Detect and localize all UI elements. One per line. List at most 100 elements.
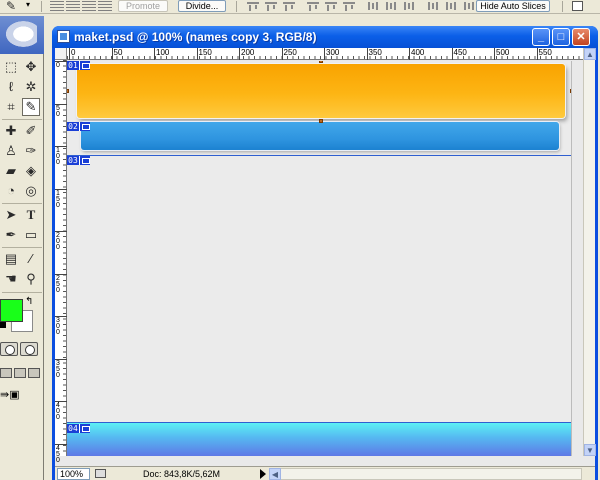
path-select-icon[interactable]: ➤ bbox=[2, 206, 20, 224]
horizontal-scrollbar[interactable] bbox=[269, 468, 582, 480]
slice-label-02[interactable]: 02 bbox=[67, 122, 90, 131]
standard-screen-mode-icon[interactable] bbox=[0, 368, 12, 378]
quick-mask-mode-icon[interactable] bbox=[20, 342, 38, 356]
distribute-right-icon[interactable] bbox=[462, 1, 476, 11]
close-button[interactable]: ✕ bbox=[572, 28, 590, 46]
minimize-button[interactable]: _ bbox=[532, 28, 550, 46]
distribute-left-icon[interactable] bbox=[426, 1, 440, 11]
swap-colors-icon[interactable]: ↰ bbox=[25, 297, 33, 307]
clone-stamp-icon[interactable]: ♙ bbox=[2, 142, 20, 160]
pen-icon[interactable]: ✒ bbox=[2, 226, 20, 244]
ruler-label: 400 bbox=[56, 402, 60, 421]
slice-handle[interactable] bbox=[67, 89, 69, 93]
separator bbox=[236, 1, 237, 12]
divider bbox=[2, 247, 42, 248]
slice-number: 03 bbox=[67, 156, 79, 165]
eyedropper-icon[interactable]: ⁄ bbox=[22, 250, 40, 268]
foreground-color-swatch[interactable] bbox=[0, 299, 23, 322]
auto-slice-icon bbox=[79, 156, 90, 165]
image-slice-icon bbox=[79, 61, 90, 70]
align-left-icon[interactable] bbox=[306, 1, 320, 11]
ruler-label: 0 bbox=[71, 48, 76, 57]
bring-forward-icon[interactable] bbox=[66, 1, 80, 11]
ruler-label: 300 bbox=[326, 48, 340, 57]
hide-auto-slices-button[interactable]: Hide Auto Slices bbox=[476, 0, 550, 12]
distribute-top-icon[interactable] bbox=[366, 1, 380, 11]
cyan-footer-bar bbox=[67, 423, 571, 456]
document-title: maket.psd @ 100% (names copy 3, RGB/8) bbox=[74, 30, 317, 44]
blur-icon[interactable]: ◔ bbox=[2, 182, 20, 200]
divider bbox=[2, 292, 42, 293]
ruler-label: 200 bbox=[56, 232, 60, 251]
ruler-label: 100 bbox=[156, 48, 170, 57]
align-top-icon[interactable] bbox=[246, 1, 260, 11]
send-backward-icon[interactable] bbox=[82, 1, 96, 11]
toolbox-header bbox=[0, 16, 44, 54]
vertical-ruler[interactable]: 0 50 100 150 200 250 300 350 400 450 bbox=[55, 60, 67, 464]
healing-brush-icon[interactable]: ✚ bbox=[2, 122, 20, 140]
type-icon[interactable]: T bbox=[22, 206, 40, 224]
full-screen-mode-icon[interactable] bbox=[28, 368, 40, 378]
canvas[interactable]: 01 02 03 04 bbox=[67, 61, 572, 456]
slice-handle[interactable] bbox=[570, 89, 571, 93]
slice-label-01[interactable]: 01 bbox=[67, 61, 90, 70]
standard-mode-icon[interactable] bbox=[0, 342, 18, 356]
divide-button[interactable]: Divide... bbox=[178, 0, 226, 12]
scroll-down-arrow-icon[interactable]: ▼ bbox=[584, 444, 596, 456]
default-colors-icon[interactable] bbox=[0, 322, 6, 328]
vertical-scrollbar[interactable]: ▲ ▼ bbox=[583, 48, 596, 456]
scroll-up-arrow-icon[interactable]: ▲ bbox=[584, 48, 596, 60]
document-title-bar[interactable]: maket.psd @ 100% (names copy 3, RGB/8) _… bbox=[52, 26, 598, 48]
slice-label-03[interactable]: 03 bbox=[67, 156, 90, 165]
bring-to-front-icon[interactable] bbox=[50, 1, 64, 11]
maximize-button[interactable]: □ bbox=[552, 28, 570, 46]
promote-button[interactable]: Promote bbox=[118, 0, 168, 12]
marquee-icon[interactable]: ⬚ bbox=[2, 58, 20, 76]
paint-bucket-icon[interactable]: ◈ bbox=[22, 162, 40, 180]
distribute-hcenter-icon[interactable] bbox=[444, 1, 458, 11]
magic-wand-icon[interactable]: ✲ bbox=[22, 78, 40, 96]
slice-select-icon[interactable]: ✎ bbox=[2, 0, 20, 15]
ruler-label: 550 bbox=[538, 48, 552, 57]
slice-label-04[interactable]: 04 bbox=[67, 424, 90, 433]
align-bottom-icon[interactable] bbox=[282, 1, 296, 11]
ruler-label: 0 bbox=[56, 62, 60, 69]
scroll-left-arrow-icon[interactable]: ◀ bbox=[269, 468, 281, 480]
slice-options-icon[interactable] bbox=[572, 1, 583, 11]
align-right-icon[interactable] bbox=[342, 1, 356, 11]
ruler-label: 400 bbox=[411, 48, 425, 57]
zoom-icon[interactable]: ⚲ bbox=[22, 270, 40, 288]
brush-icon[interactable]: ✐ bbox=[22, 122, 40, 140]
jump-to-imageready-icon[interactable]: ⇛▣ bbox=[0, 388, 36, 402]
horizontal-ruler[interactable]: 0 50 100 150 200 250 300 350 400 450 500 550 bbox=[67, 48, 583, 60]
status-info-icon[interactable] bbox=[95, 469, 106, 478]
slice-03-area[interactable] bbox=[67, 155, 571, 423]
status-menu-arrow-icon[interactable] bbox=[260, 469, 266, 479]
align-hcenter-icon[interactable] bbox=[324, 1, 338, 11]
history-brush-icon[interactable]: ✑ bbox=[22, 142, 40, 160]
crop-icon[interactable]: ⌗ bbox=[2, 98, 20, 116]
distribute-vcenter-icon[interactable] bbox=[384, 1, 398, 11]
ruler-label: 250 bbox=[283, 48, 297, 57]
align-vcenter-icon[interactable] bbox=[264, 1, 278, 11]
rectangle-icon[interactable]: ▭ bbox=[22, 226, 40, 244]
slice-handle[interactable] bbox=[319, 119, 323, 123]
ruler-label: 250 bbox=[56, 274, 60, 294]
full-screen-menu-mode-icon[interactable] bbox=[14, 368, 26, 378]
ruler-origin[interactable] bbox=[55, 48, 67, 60]
move-icon[interactable]: ✥ bbox=[22, 58, 40, 76]
tool-preset-dropdown-arrow-icon[interactable]: ▾ bbox=[26, 0, 30, 9]
slice-handle[interactable] bbox=[319, 61, 323, 63]
slice-icon[interactable]: ✎ bbox=[22, 98, 40, 116]
slice-number: 04 bbox=[67, 424, 79, 433]
hand-icon[interactable]: ☚ bbox=[2, 270, 20, 288]
send-to-back-icon[interactable] bbox=[98, 1, 112, 11]
dodge-icon[interactable]: ◎ bbox=[22, 182, 40, 200]
zoom-field[interactable]: 100% bbox=[57, 468, 90, 480]
toolbox: ⬚ ✥ ℓ ✲ ⌗ ✎ ✚ ✐ ♙ ✑ ▰ ◈ ◔ ◎ ➤ T ✒ ▭ ▤ ⁄ … bbox=[0, 16, 44, 480]
lasso-icon[interactable]: ℓ bbox=[2, 78, 20, 96]
distribute-bottom-icon[interactable] bbox=[402, 1, 416, 11]
image-slice-icon bbox=[79, 122, 90, 131]
eraser-icon[interactable]: ▰ bbox=[2, 162, 20, 180]
notes-icon[interactable]: ▤ bbox=[2, 250, 20, 268]
